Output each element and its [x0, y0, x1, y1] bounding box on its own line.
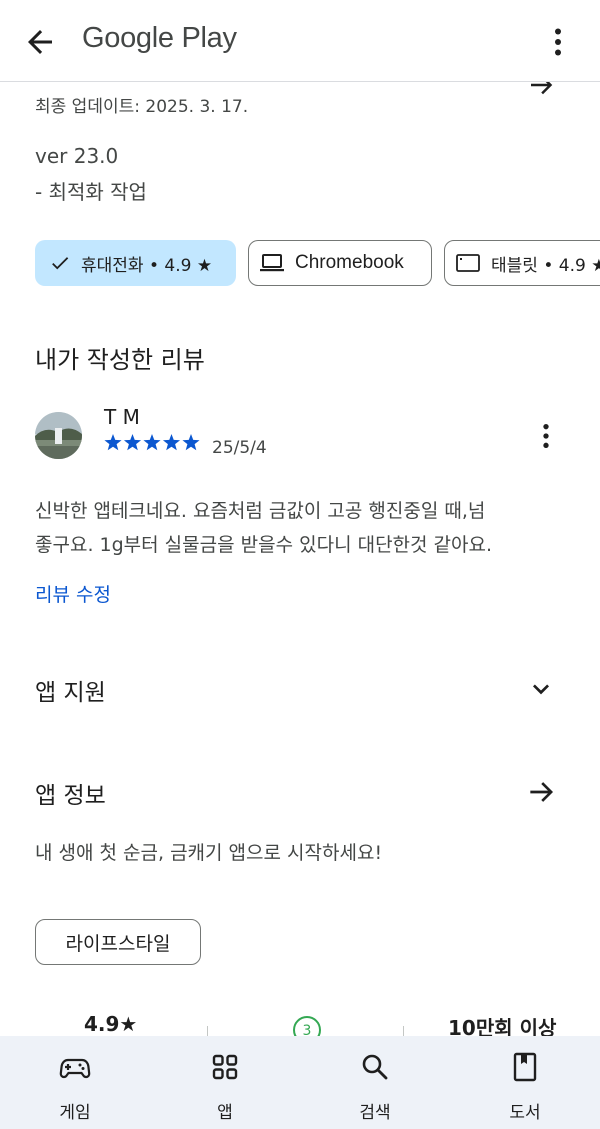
chip-chromebook-label: Chromebook — [295, 252, 404, 273]
last-updated-text: 최종 업데이트: 2025. 3. 17. — [35, 97, 249, 117]
book-icon — [513, 1052, 537, 1082]
more-options-icon[interactable] — [540, 22, 576, 62]
edit-review-link[interactable]: 리뷰 수정 — [35, 580, 111, 607]
avatar — [35, 412, 82, 459]
arrow-right-icon[interactable] — [524, 776, 558, 808]
review-author: T M — [104, 405, 140, 429]
app-description: 내 생애 첫 순금, 금캐기 앱으로 시작하세요! — [35, 842, 383, 864]
laptop-icon — [260, 254, 284, 272]
my-review-title: 내가 작성한 리뷰 — [35, 346, 205, 374]
release-note-text: - 최적화 작업 — [35, 180, 147, 204]
review-date: 25/5/4 — [212, 438, 267, 458]
chip-tablet-label: 태블릿 • 4.9 ★ — [491, 255, 600, 276]
search-icon — [362, 1054, 388, 1080]
nav-games[interactable]: 게임 — [0, 1036, 150, 1129]
review-more-icon[interactable] — [530, 418, 562, 454]
nav-apps[interactable]: 앱 — [150, 1036, 300, 1129]
star-icon — [182, 434, 200, 451]
chip-tablet[interactable]: 태블릿 • 4.9 ★ — [444, 240, 600, 286]
nav-books[interactable]: 도서 — [450, 1036, 600, 1129]
chip-phone[interactable]: 휴대전화 • 4.9 ★ — [35, 240, 236, 286]
star-icon — [143, 434, 161, 451]
rating-stars — [104, 434, 200, 451]
apps-grid-icon — [212, 1054, 238, 1080]
google-play-logo-text: Google Play — [82, 22, 237, 54]
app-info-title[interactable]: 앱 정보 — [35, 776, 106, 810]
star-icon — [104, 434, 122, 451]
review-text-line-1: 신박한 앱테크네요. 요즘처럼 금값이 고공 행진중일 때,넘 — [35, 500, 486, 522]
bottom-navigation: 게임 앱 검색 도서 — [0, 1036, 600, 1129]
app-bar: Google Play — [0, 0, 600, 82]
chip-phone-label: 휴대전화 • 4.9 ★ — [81, 255, 213, 276]
nav-books-label: 도서 — [509, 1103, 541, 1123]
tablet-icon — [456, 254, 480, 272]
app-support-title[interactable]: 앱 지원 — [35, 673, 106, 707]
version-text: ver 23.0 — [35, 144, 119, 168]
category-chip[interactable]: 라이프스타일 — [35, 919, 201, 965]
stat-rating: 4.9★ — [84, 1012, 138, 1036]
star-icon — [123, 434, 142, 451]
check-icon — [52, 257, 69, 270]
nav-games-label: 게임 — [59, 1103, 91, 1123]
chip-chromebook[interactable]: Chromebook — [248, 240, 432, 286]
gamepad-icon — [59, 1058, 91, 1079]
nav-apps-label: 앱 — [217, 1103, 233, 1123]
chevron-down-icon[interactable] — [525, 673, 557, 705]
back-arrow-icon[interactable] — [22, 24, 58, 60]
nav-search-label: 검색 — [359, 1103, 391, 1123]
star-icon — [162, 434, 181, 451]
review-text-line-2: 좋구요. 1g부터 실물금을 받을수 있다니 대단한것 같아요. — [35, 534, 493, 556]
nav-search[interactable]: 검색 — [300, 1036, 450, 1129]
